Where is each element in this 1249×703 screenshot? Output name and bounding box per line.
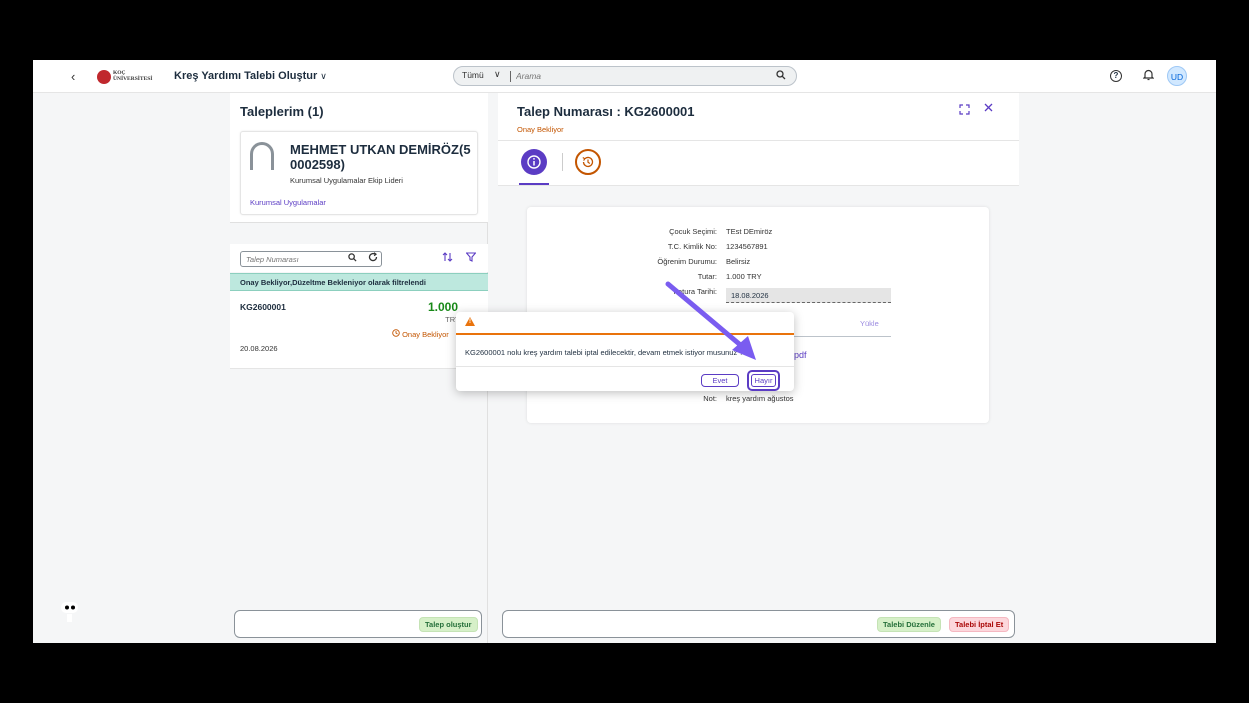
fullscreen-icon[interactable] <box>959 104 970 118</box>
global-search: Tümü ∨ <box>453 66 797 86</box>
assistant-robot-icon[interactable] <box>58 600 80 624</box>
list-title: Taleplerim (1) <box>240 104 324 119</box>
pointer-arrow-annotation <box>665 281 756 360</box>
list-toolbar <box>230 244 488 272</box>
user-avatar[interactable]: UD <box>1167 66 1187 86</box>
detail-title: Talep Numarası : KG2600001 <box>517 104 695 119</box>
search-icon[interactable] <box>348 253 357 264</box>
field-label: Öğrenim Durumu: <box>657 257 717 266</box>
detail-status: Onay Bekliyor <box>517 125 564 134</box>
profile-card: MEHMET UTKAN DEMİRÖZ(5 0002598) Kurumsal… <box>240 131 478 215</box>
filter-info-bar: Onay Bekliyor,Düzeltme Bekleniyor olarak… <box>230 273 488 291</box>
info-icon <box>527 155 541 169</box>
field-label: T.C. Kimlik No: <box>667 242 717 251</box>
list-item[interactable]: KG2600001 1.000 TRY Onay Bekliyor 20.08.… <box>230 291 488 369</box>
tab-info[interactable] <box>521 149 547 175</box>
history-icon <box>582 156 594 168</box>
request-status: Onay Bekliyor <box>392 329 449 339</box>
request-search-field <box>240 251 382 267</box>
request-search-input[interactable] <box>246 254 341 265</box>
search-scope-select[interactable]: Tümü <box>462 70 484 80</box>
list-header: Taleplerim (1) MEHMET UTKAN DEMİRÖZ(5 00… <box>230 93 488 223</box>
cancel-request-button[interactable]: Talebi İptal Et <box>949 617 1010 632</box>
request-status-text: Onay Bekliyor <box>402 330 449 339</box>
field-value: TEst DEmiröz <box>726 227 773 236</box>
field-value: Belirsiz <box>726 257 751 266</box>
request-amount: 1.000 <box>427 300 458 314</box>
dialog-footer: Evet Hayır <box>456 366 794 391</box>
request-id: KG2600001 <box>240 302 286 312</box>
field-value: 1234567891 <box>726 242 768 251</box>
profile-role: Kurumsal Uygulamalar Ekip Lideri <box>290 176 403 185</box>
app-title: Kreş Yardımı Talebi Oluştur <box>174 70 318 82</box>
no-button[interactable]: Hayır <box>751 374 776 387</box>
refresh-icon[interactable] <box>368 252 378 265</box>
no-button-highlight[interactable]: Hayır <box>747 370 780 391</box>
attachment-link[interactable]: pdf <box>794 350 807 360</box>
filter-icon[interactable] <box>465 252 477 265</box>
note-label: Not: <box>703 394 717 403</box>
person-placeholder-icon <box>250 142 274 170</box>
list-footer: Talep oluştur <box>234 610 482 638</box>
detail-tabs <box>498 141 1019 186</box>
university-logo-icon <box>97 70 111 84</box>
warning-icon: ! <box>465 317 475 326</box>
edit-request-button[interactable]: Talebi Düzenle <box>877 617 941 632</box>
university-logo-text: KOÇ ÜNİVERSİTESİ <box>113 70 152 82</box>
chevron-down-icon: ∨ <box>320 71 327 81</box>
field-label: Çocuk Seçimi: <box>669 227 717 236</box>
sort-icon[interactable] <box>442 252 453 265</box>
back-button[interactable]: ‹ <box>71 69 75 84</box>
detail-header: Talep Numarası : KG2600001 Onay Bekliyor <box>498 93 1019 141</box>
app-title-menu[interactable]: Kreş Yardımı Talebi Oluştur ∨ <box>174 70 327 82</box>
help-icon[interactable]: ? <box>1110 70 1122 82</box>
note-value: kreş yardım ağustos <box>726 394 794 403</box>
logo-text-line2: ÜNİVERSİTESİ <box>113 76 153 82</box>
detail-footer: Talebi Düzenle Talebi İptal Et <box>502 610 1015 638</box>
request-list-pane: Taleplerim (1) MEHMET UTKAN DEMİRÖZ(5 00… <box>230 93 488 643</box>
notification-bell-icon[interactable] <box>1142 69 1155 84</box>
chevron-down-icon[interactable]: ∨ <box>494 69 501 80</box>
create-request-button[interactable]: Talep oluştur <box>419 617 478 632</box>
search-input[interactable] <box>516 69 756 83</box>
tab-history[interactable] <box>575 149 601 175</box>
tab-divider <box>562 153 563 171</box>
profile-name: MEHMET UTKAN DEMİRÖZ(5 0002598) <box>290 142 471 172</box>
active-tab-indicator <box>519 183 549 185</box>
upload-link[interactable]: Yükle <box>860 319 879 328</box>
close-icon[interactable] <box>984 103 993 115</box>
clock-icon <box>392 329 400 337</box>
shell-bar: ‹ KOÇ ÜNİVERSİTESİ Kreş Yardımı Talebi O… <box>33 60 1216 93</box>
search-divider <box>510 71 511 82</box>
yes-button[interactable]: Evet <box>701 374 739 387</box>
profile-department-link[interactable]: Kurumsal Uygulamalar <box>250 198 326 207</box>
request-date: 20.08.2026 <box>240 344 278 353</box>
search-icon[interactable] <box>776 70 786 83</box>
